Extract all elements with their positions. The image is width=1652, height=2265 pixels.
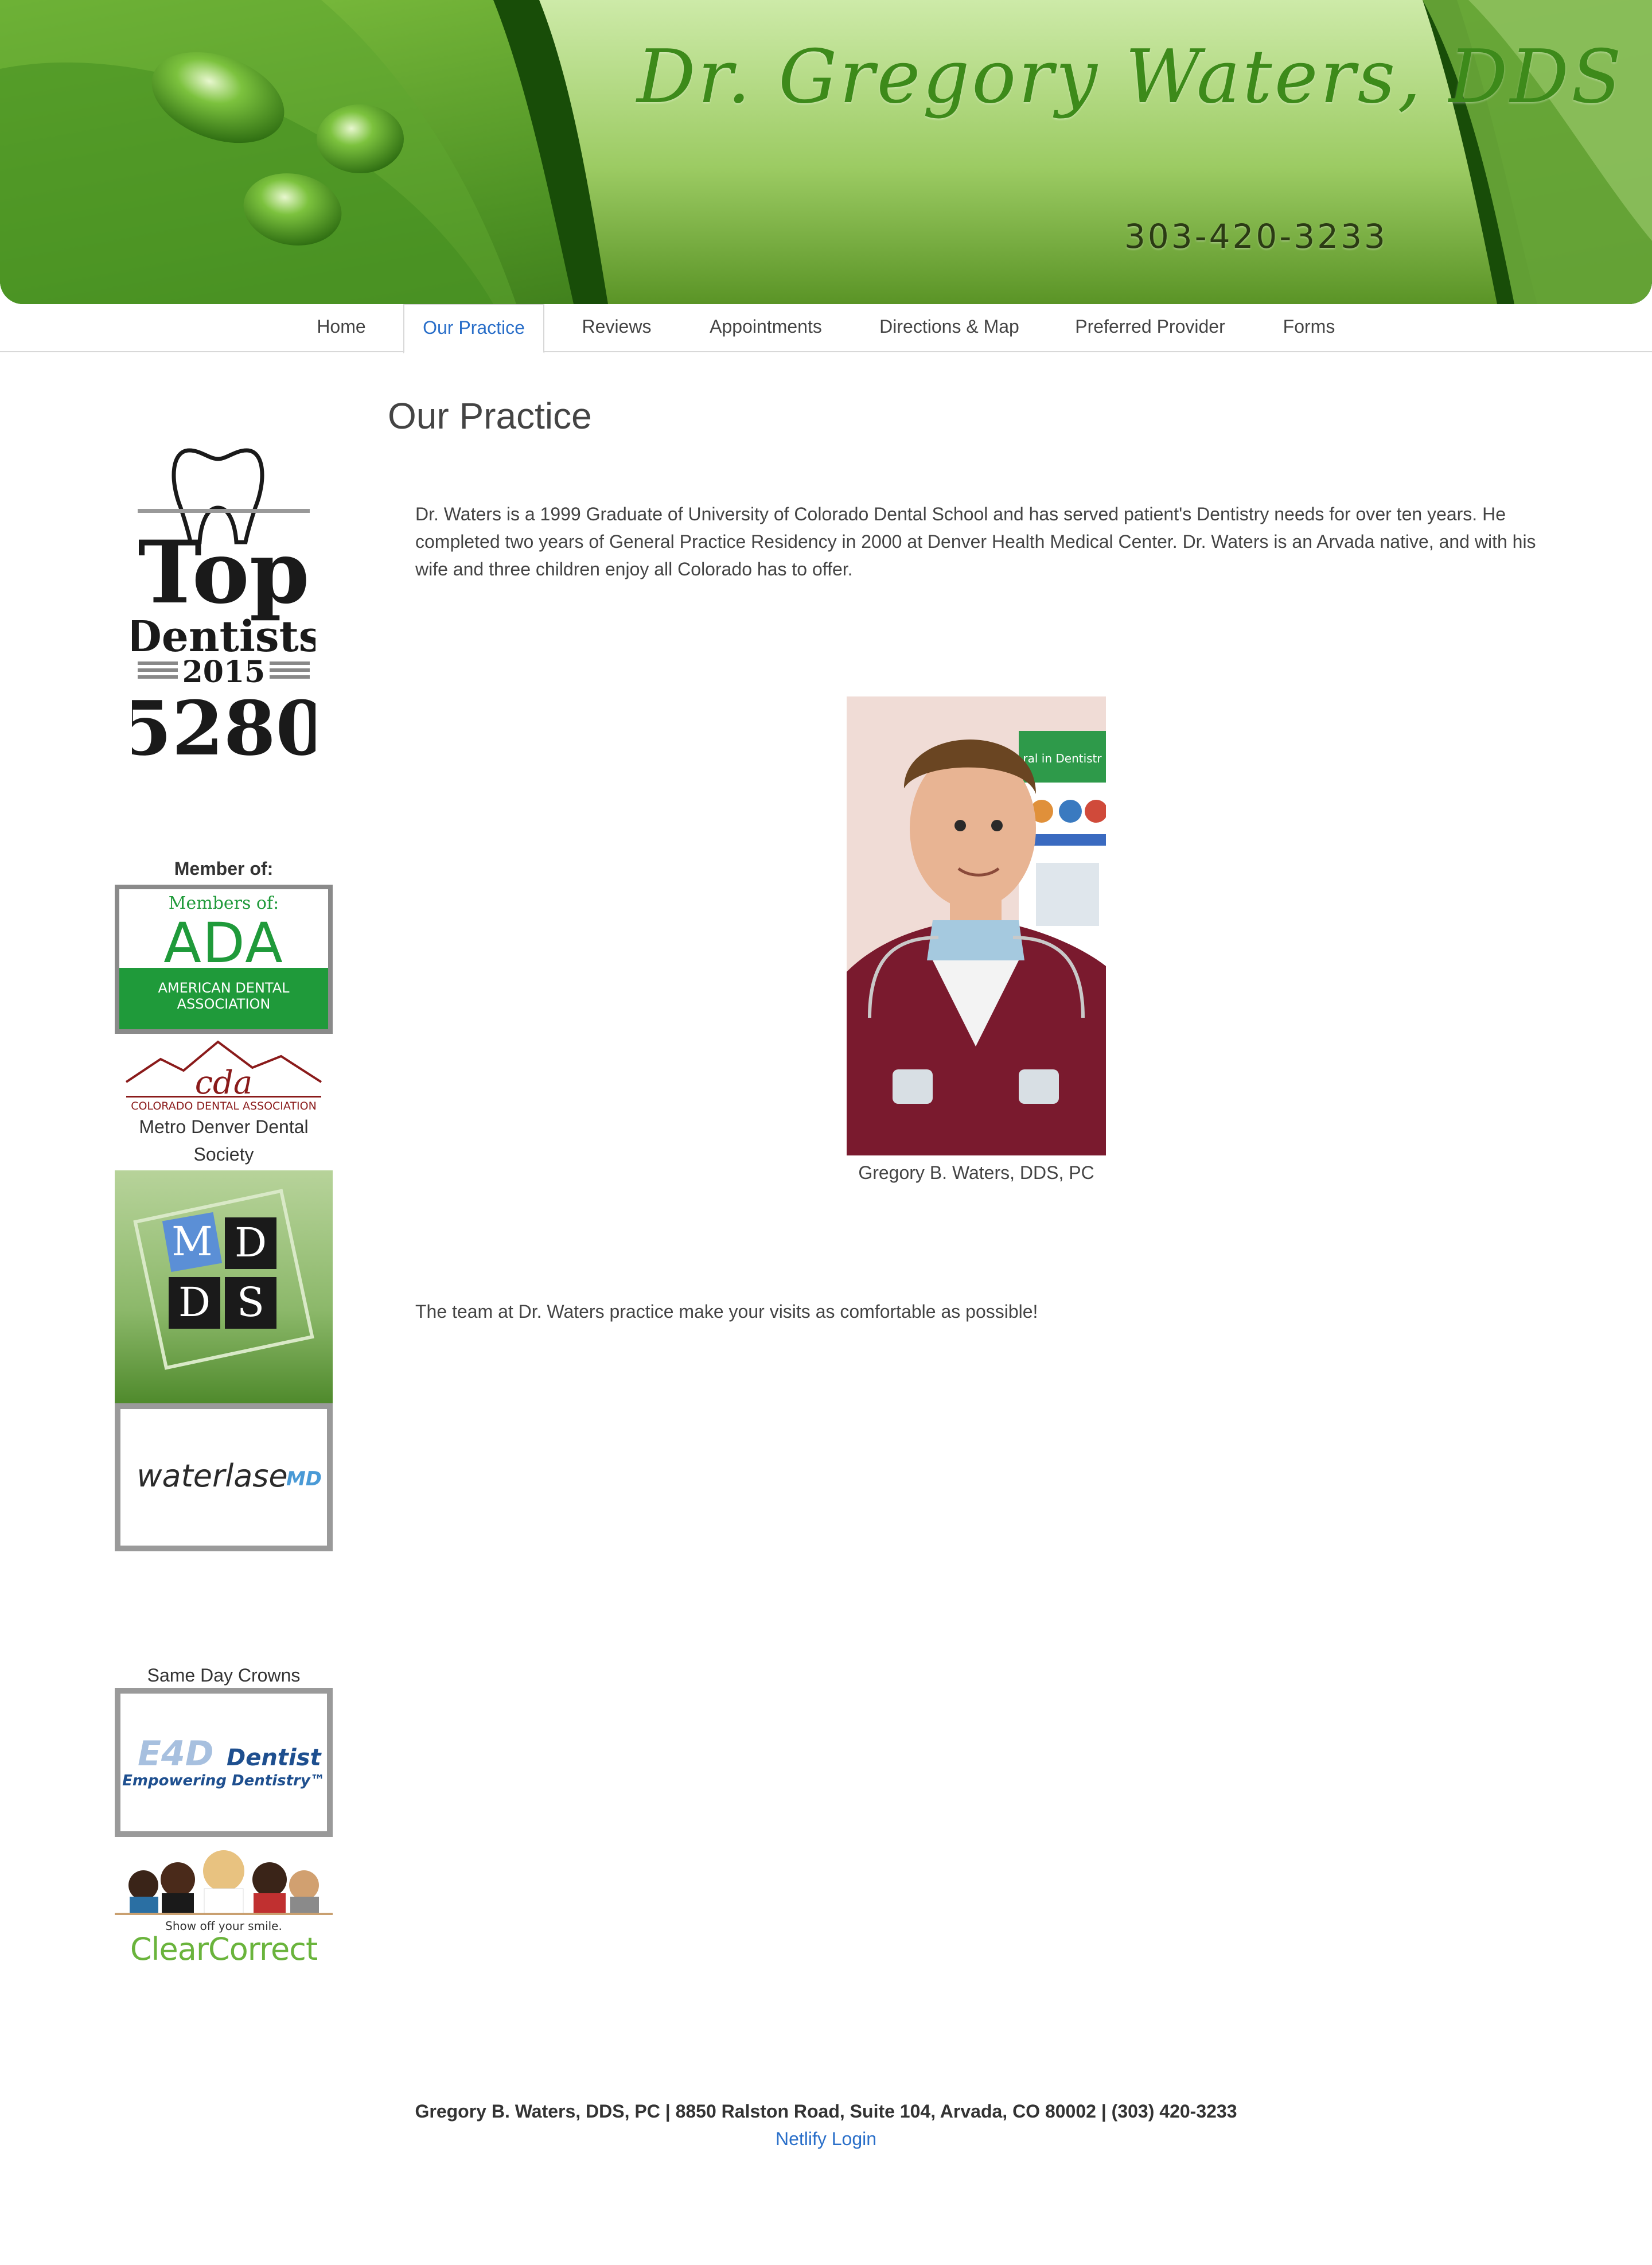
footer-address: Gregory B. Waters, DDS, PC | 8850 Ralsto…: [415, 2101, 1237, 2122]
svg-text:COLORADO DENTAL ASSOCIATION: COLORADO DENTAL ASSOCIATION: [131, 1100, 317, 1112]
svg-text:E4D: E4D: [138, 1734, 214, 1774]
5280-text: 5280: [132, 684, 315, 766]
svg-text:D: D: [235, 1219, 267, 1266]
nav-item-preferred-provider[interactable]: Preferred Provider: [1061, 304, 1239, 352]
footer: Gregory B. Waters, DDS, PC | 8850 Ralsto…: [0, 2097, 1652, 2153]
svg-text:ADA: ADA: [163, 911, 284, 975]
metro-denver-label: Metro Denver Dental Society: [139, 1116, 309, 1165]
intro-paragraph: Dr. Waters is a 1999 Graduate of Univers…: [415, 504, 1536, 579]
svg-text:ASSOCIATION: ASSOCIATION: [177, 996, 271, 1012]
svg-text:Members of:: Members of:: [169, 893, 279, 913]
mdds-logo[interactable]: M D D S: [115, 1170, 333, 1403]
svg-text:M: M: [172, 1218, 213, 1265]
header-banner: Dr. Gregory Waters, DDS 303-420-3233: [0, 0, 1652, 304]
e4d-dentist-logo[interactable]: E4D Dentist Empowering Dentistry™: [115, 1688, 333, 1837]
top-dentists-badge: Top Dentists 2015 5280: [132, 448, 315, 766]
doctor-photo: ral in Dentistr: [847, 696, 1106, 1155]
team-paragraph: The team at Dr. Waters practice make you…: [415, 1301, 1038, 1322]
member-of-heading: Member of:: [174, 858, 274, 879]
page-title: Our Practice: [388, 395, 592, 437]
cda-logo[interactable]: cda COLORADO DENTAL ASSOCIATION: [115, 1036, 333, 1113]
svg-text:Dentist: Dentist: [227, 1745, 322, 1771]
main-nav: Home Our Practice Reviews Appointments D…: [0, 304, 1652, 353]
svg-text:Empowering Dentistry™: Empowering Dentistry™: [122, 1772, 325, 1789]
svg-text:ral in Dentistr: ral in Dentistr: [1023, 752, 1102, 765]
banner-phone: 303-420-3233: [1124, 217, 1388, 256]
top-word: Top: [138, 522, 309, 623]
svg-text:S: S: [237, 1279, 264, 1326]
nav-item-reviews[interactable]: Reviews: [568, 304, 665, 352]
ada-logo[interactable]: Members of: ADA AMERICAN DENTAL ASSOCIAT…: [115, 885, 333, 1034]
nav-item-directions-map[interactable]: Directions & Map: [866, 304, 1032, 352]
svg-text:AMERICAN DENTAL: AMERICAN DENTAL: [158, 980, 290, 996]
svg-text:D: D: [178, 1279, 211, 1326]
nav-item-home[interactable]: Home: [304, 304, 379, 352]
svg-text:waterlase: waterlase: [137, 1458, 287, 1494]
photo-caption: Gregory B. Waters, DDS, PC: [858, 1162, 1094, 1183]
svg-text:MD: MD: [286, 1468, 322, 1490]
clearcorrect-logo[interactable]: Show off your smile. ClearCorrect: [115, 1839, 333, 1974]
banner-title: Dr. Gregory Waters, DDS: [637, 34, 1624, 120]
netlify-login-link[interactable]: Netlify Login: [776, 2125, 876, 2153]
svg-text:ClearCorrect: ClearCorrect: [130, 1931, 317, 1967]
waterlase-logo[interactable]: waterlase MD: [115, 1403, 333, 1551]
nav-item-forms[interactable]: Forms: [1262, 304, 1356, 352]
same-day-crowns-label: Same Day Crowns: [147, 1665, 301, 1686]
nav-item-appointments[interactable]: Appointments: [694, 304, 837, 352]
nav-item-our-practice[interactable]: Our Practice: [403, 304, 544, 353]
